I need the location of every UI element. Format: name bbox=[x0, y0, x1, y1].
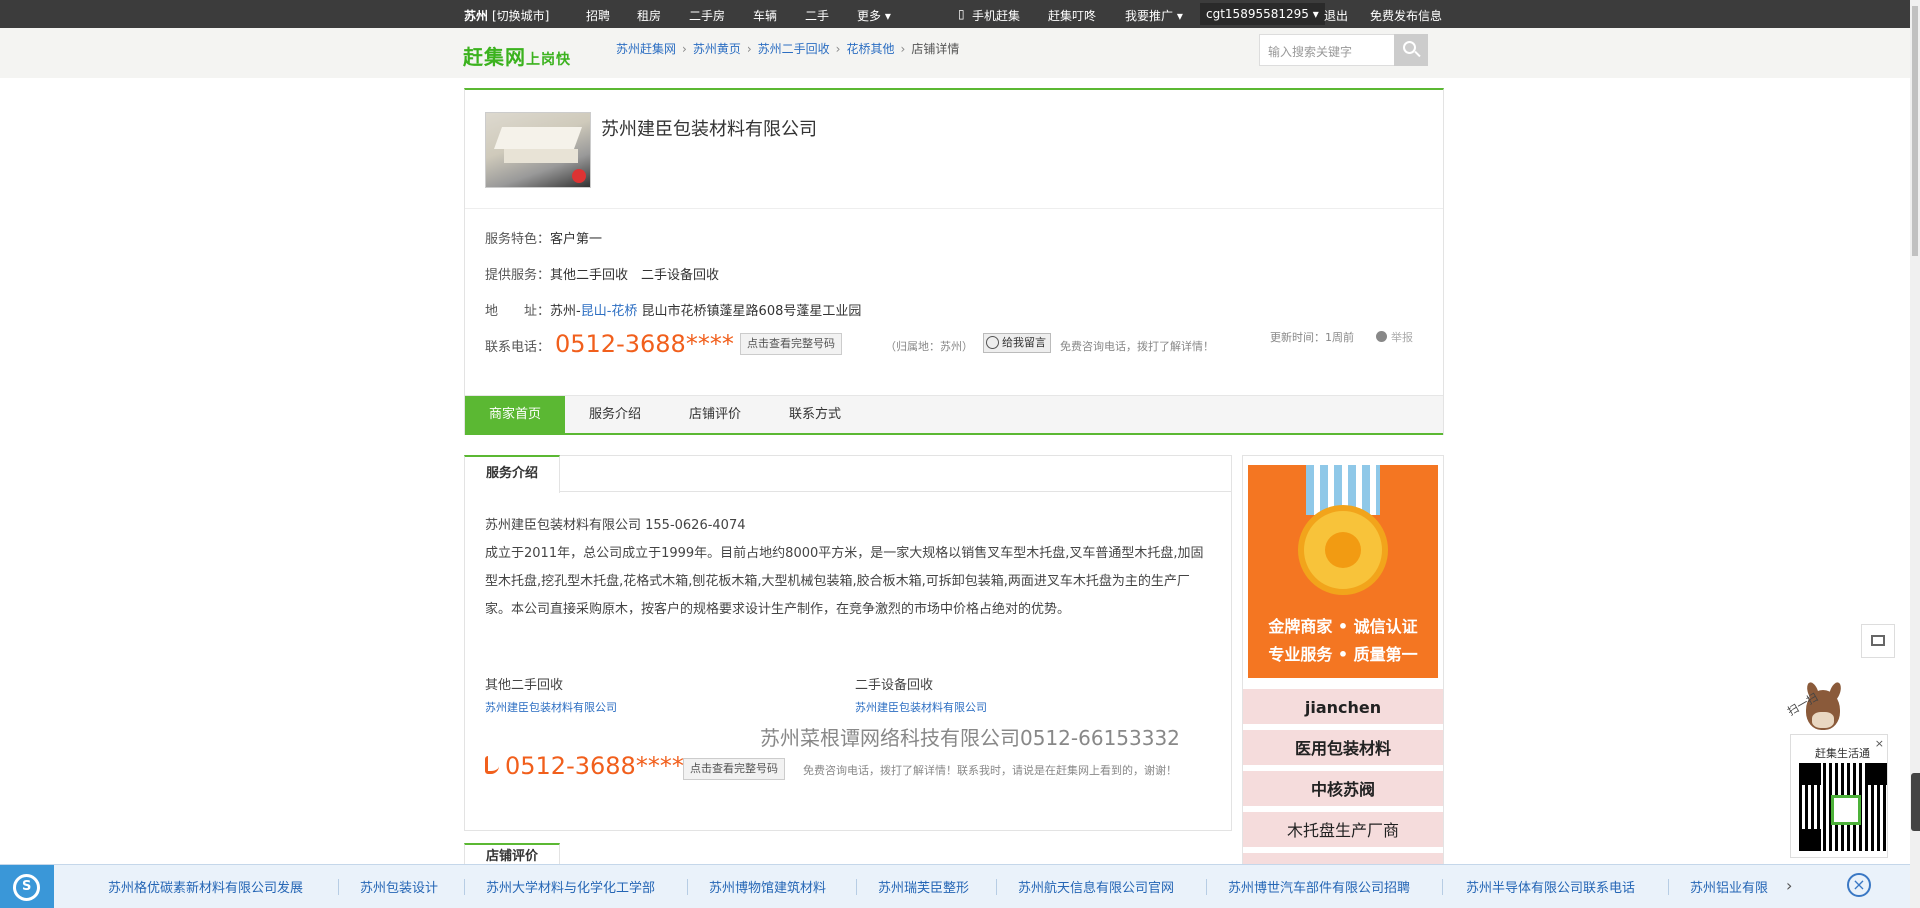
bottom-link[interactable]: 苏州大学材料与化学化工学部 bbox=[486, 877, 655, 896]
bottom-link[interactable]: 苏州航天信息有限公司官网 bbox=[1018, 877, 1174, 896]
service-phone: 0512-3688**** bbox=[485, 752, 684, 780]
view-full-number-button[interactable]: 点击查看完整号码 bbox=[683, 758, 785, 780]
switch-city-link[interactable]: [切换城市] bbox=[492, 7, 549, 24]
vertical-scrollbar[interactable] bbox=[1910, 0, 1920, 908]
nav-jobs[interactable]: 招聘 bbox=[586, 7, 610, 24]
browser-search-logo[interactable]: S bbox=[0, 865, 54, 908]
next-arrow-icon[interactable]: › bbox=[1786, 876, 1792, 895]
breadcrumb-ganji-suzhou[interactable]: 苏州赶集网 bbox=[616, 42, 676, 56]
user-account-dropdown[interactable]: cgt15895581295 ▾ bbox=[1200, 3, 1325, 25]
shop-name: 苏州建臣包装材料有限公司 bbox=[601, 119, 817, 140]
phone-label: 联系电话： bbox=[485, 340, 551, 355]
tab-service-intro[interactable]: 服务介绍 bbox=[565, 396, 665, 434]
category-other-recycle: 其他二手回收 苏州建臣包装材料有限公司 bbox=[485, 678, 617, 715]
intro-body: 成立于2011年，总公司成立于1999年。目前占地约8000平方米，是一家大规格… bbox=[485, 546, 1204, 617]
breadcrumb-separator: › bbox=[835, 42, 841, 56]
medal-line-1: 金牌商家 • 诚信认证 bbox=[1268, 617, 1418, 636]
search-input[interactable]: 输入搜索关键字 bbox=[1259, 34, 1395, 66]
qr-code-image bbox=[1799, 763, 1887, 851]
services-row: 提供服务：其他二手回收 二手设备回收 bbox=[485, 268, 720, 283]
bottom-link[interactable]: 苏州博世汽车部件有限公司招聘 bbox=[1228, 877, 1410, 896]
report-icon bbox=[1376, 331, 1387, 342]
ganji-logo[interactable]: 赶集网上岗快 bbox=[463, 41, 571, 70]
nav-vehicles[interactable]: 车辆 bbox=[753, 7, 777, 24]
mascot-donkey: 扫一扫 bbox=[1785, 680, 1858, 740]
close-icon[interactable]: × bbox=[1875, 737, 1884, 750]
tag-item[interactable]: 医用包装材料 bbox=[1243, 730, 1443, 767]
breadcrumb: 苏州赶集网 › 苏州黄页 › 苏州二手回收 › 花桥其他 › 店铺详情 bbox=[616, 40, 959, 57]
tab-contact[interactable]: 联系方式 bbox=[765, 396, 865, 434]
ganji-dingdong-link[interactable]: 赶集叮咚 bbox=[1048, 7, 1096, 24]
shop-thumbnail[interactable] bbox=[485, 112, 591, 188]
shop-info-card: 苏州建臣包装材料有限公司 服务特色：客户第一 提供服务：其他二手回收 二手设备回… bbox=[464, 88, 1444, 435]
side-handle[interactable] bbox=[1911, 773, 1920, 831]
nav-second-house[interactable]: 二手房 bbox=[689, 7, 725, 24]
free-consult-tip: 免费咨询电话，拨打了解详情！ bbox=[1060, 340, 1214, 353]
tag-item[interactable]: 木托盘生产厂商 bbox=[1243, 812, 1443, 849]
address-row: 地 址：苏州-昆山-花桥 昆山市花桥镇蓬星路608号蓬星工业园 bbox=[485, 304, 862, 319]
breadcrumb-current: 店铺详情 bbox=[911, 42, 960, 56]
breadcrumb-recycle[interactable]: 苏州二手回收 bbox=[758, 42, 830, 56]
service-intro-text: 苏州建臣包装材料有限公司 155-0626-4074 成立于2011年，总公司成… bbox=[485, 512, 1205, 624]
address-area-link[interactable]: 昆山-花桥 bbox=[581, 304, 638, 319]
watermark-text: 苏州菜根谭网络科技有限公司0512-66153332 bbox=[760, 726, 1180, 750]
badge-icon bbox=[572, 169, 586, 183]
bottom-link[interactable]: 苏州博物馆建筑材料 bbox=[709, 877, 826, 896]
bottom-link[interactable]: 苏州包装设计 bbox=[360, 877, 438, 896]
leave-message-button[interactable]: 给我留言 bbox=[983, 333, 1051, 353]
tab-shop-home[interactable]: 商家首页 bbox=[465, 396, 565, 434]
feedback-button[interactable] bbox=[1861, 624, 1895, 658]
breadcrumb-separator: › bbox=[746, 42, 752, 56]
current-city: 苏州 bbox=[464, 9, 489, 23]
qr-code-widget: 赶集生活通 × bbox=[1790, 734, 1888, 858]
phone-icon: ▯ bbox=[958, 7, 965, 21]
intro-title: 苏州建臣包装材料有限公司 155-0626-4074 bbox=[485, 518, 746, 533]
breadcrumb-separator: › bbox=[900, 42, 906, 56]
shop-tabs: 商家首页 服务介绍 店铺评价 联系方式 bbox=[465, 395, 1443, 435]
category-link[interactable]: 苏州建臣包装材料有限公司 bbox=[855, 699, 987, 715]
logout-link[interactable]: 退出 bbox=[1324, 7, 1348, 24]
service-intro-heading: 服务介绍 bbox=[464, 455, 560, 493]
phone-belong: （归属地：苏州） bbox=[885, 340, 973, 353]
view-full-number-button[interactable]: 点击查看完整号码 bbox=[740, 333, 842, 355]
search-button[interactable] bbox=[1394, 34, 1428, 66]
service-intro-panel: 服务介绍 苏州建臣包装材料有限公司 155-0626-4074 成立于2011年… bbox=[464, 455, 1232, 831]
gold-merchant-banner[interactable]: 金牌商家 • 诚信认证 专业服务 • 质量第一 bbox=[1248, 465, 1438, 678]
tag-item[interactable]: 中核苏阀 bbox=[1243, 771, 1443, 808]
service-feature-row: 服务特色：客户第一 bbox=[485, 232, 603, 247]
tag-item[interactable]: jianchen bbox=[1243, 689, 1443, 726]
nav-rent[interactable]: 租房 bbox=[637, 7, 661, 24]
bottom-link[interactable]: 苏州半导体有限公司联系电话 bbox=[1466, 877, 1635, 896]
promote-dropdown[interactable]: 我要推广 ▾ bbox=[1125, 7, 1183, 24]
close-icon[interactable]: × bbox=[1847, 873, 1871, 897]
chat-icon bbox=[1871, 635, 1885, 646]
bottom-link[interactable]: 苏州铝业有限 bbox=[1690, 877, 1774, 896]
category-link[interactable]: 苏州建臣包装材料有限公司 bbox=[485, 699, 617, 715]
right-sidebar: 金牌商家 • 诚信认证 专业服务 • 质量第一 jianchen 医用包装材料 … bbox=[1242, 455, 1444, 875]
bottom-link-bar: S 苏州格优碳素新材料有限公司发展 苏州包装设计 苏州大学材料与化学化工学部 苏… bbox=[0, 864, 1910, 908]
category-equipment-recycle: 二手设备回收 苏州建臣包装材料有限公司 bbox=[855, 678, 987, 715]
bottom-link[interactable]: 苏州格优碳素新材料有限公司发展 bbox=[108, 877, 303, 896]
shop-phone: 0512-3688**** bbox=[555, 330, 734, 358]
qr-title: 赶集生活通 bbox=[1815, 747, 1870, 760]
mobile-ganji-link[interactable]: 手机赶集 bbox=[972, 7, 1020, 24]
site-header: 赶集网上岗快 苏州赶集网 › 苏州黄页 › 苏州二手回收 › 花桥其他 › 店铺详情 输入搜索关… bbox=[0, 28, 1910, 78]
medal-icon bbox=[1298, 505, 1388, 595]
report-link[interactable]: 举报 bbox=[1376, 329, 1413, 345]
medal-line-2: 专业服务 • 质量第一 bbox=[1268, 645, 1418, 664]
nav-second-hand[interactable]: 二手 bbox=[805, 7, 829, 24]
breadcrumb-separator: › bbox=[682, 42, 687, 56]
phone-icon bbox=[485, 756, 499, 774]
message-icon bbox=[986, 336, 999, 349]
top-nav-bar: 苏州 [切换城市] 招聘 租房 二手房 车辆 二手 更多 ▾ ▯ 手机赶集 赶集… bbox=[0, 0, 1920, 28]
breadcrumb-yellow-pages[interactable]: 苏州黄页 bbox=[693, 42, 741, 56]
update-time: 更新时间：1周前 bbox=[1270, 331, 1354, 344]
free-publish-link[interactable]: 免费发布信息 bbox=[1370, 7, 1442, 24]
nav-more-dropdown[interactable]: 更多 ▾ bbox=[857, 7, 891, 24]
tab-shop-reviews[interactable]: 店铺评价 bbox=[665, 396, 765, 434]
bottom-link[interactable]: 苏州瑞芙臣整形 bbox=[878, 877, 969, 896]
breadcrumb-huaqiao-other[interactable]: 花桥其他 bbox=[846, 42, 894, 56]
